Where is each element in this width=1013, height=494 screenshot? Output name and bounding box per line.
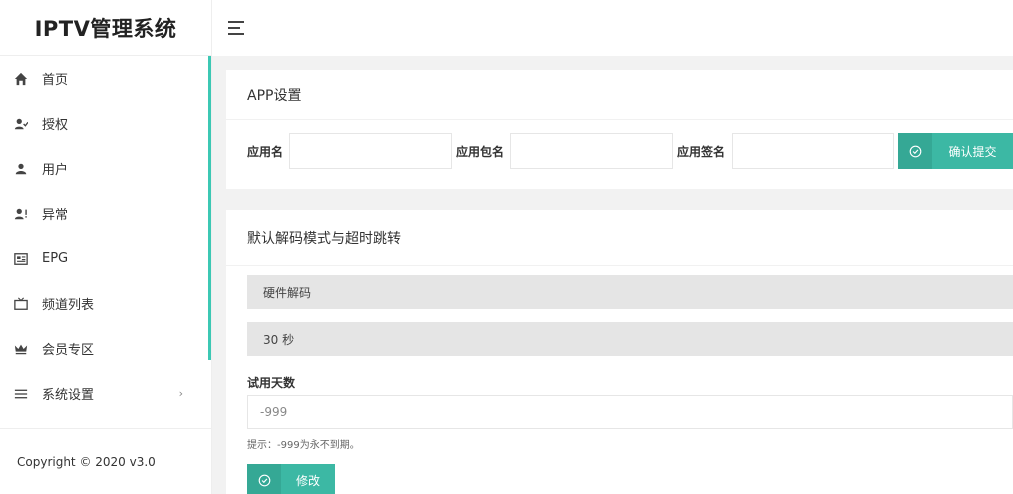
app-settings-form: 应用名 应用包名 应用签名 确认提交 <box>226 133 1013 169</box>
app-settings-title: APP设置 <box>226 70 1013 120</box>
tv-icon <box>14 296 28 311</box>
sidebar: IPTV管理系统 首页 授权 用户 异常 EPG 频道列表 会员专区 系统设置 … <box>0 0 212 494</box>
app-settings-card: APP设置 应用名 应用包名 应用签名 确认提交 <box>226 70 1013 189</box>
active-indicator <box>208 56 211 360</box>
topbar <box>212 0 1013 56</box>
sidebar-item-label: 频道列表 <box>42 298 95 313</box>
sidebar-item-channels[interactable]: 频道列表 <box>0 281 211 326</box>
sidebar-nav: 首页 授权 用户 异常 EPG 频道列表 会员专区 系统设置 › <box>0 56 211 416</box>
trial-days-input[interactable] <box>247 395 1013 429</box>
sidebar-item-authorize[interactable]: 授权 <box>0 101 211 146</box>
package-name-label: 应用包名 <box>456 145 505 159</box>
decode-mode-select[interactable]: 硬件解码 <box>247 275 1013 309</box>
user-check-icon <box>14 117 28 131</box>
sidebar-item-home[interactable]: 首页 <box>0 56 211 101</box>
menu-toggle-icon[interactable] <box>228 21 246 35</box>
sidebar-item-abnormal[interactable]: 异常 <box>0 191 211 236</box>
user-icon <box>14 162 28 176</box>
sidebar-item-label: 异常 <box>42 208 69 223</box>
epg-icon <box>14 252 28 266</box>
sidebar-item-users[interactable]: 用户 <box>0 146 211 191</box>
check-circle-icon <box>247 464 281 494</box>
copyright-text: Copyright © 2020 v3.0 <box>17 455 156 469</box>
decode-settings-title: 默认解码模式与超时跳转 <box>226 210 1013 266</box>
trial-days-label: 试用天数 <box>247 376 296 390</box>
sidebar-item-epg[interactable]: EPG <box>0 236 211 281</box>
signature-input[interactable] <box>732 133 894 169</box>
crown-icon <box>14 342 28 356</box>
chevron-right-icon: › <box>178 387 183 400</box>
sidebar-item-vip[interactable]: 会员专区 <box>0 326 211 371</box>
package-name-input[interactable] <box>510 133 673 169</box>
submit-button[interactable]: 确认提交 <box>898 133 1013 169</box>
app-logo-title: IPTV管理系统 <box>0 0 211 56</box>
sidebar-item-label: 会员专区 <box>42 343 95 358</box>
sidebar-item-label: 首页 <box>42 73 69 88</box>
sidebar-item-label: EPG <box>42 251 69 266</box>
submit-button-label: 确认提交 <box>948 144 997 159</box>
menu-lines-icon <box>14 387 28 401</box>
home-icon <box>14 72 28 86</box>
sidebar-item-label: 授权 <box>42 118 69 133</box>
user-alert-icon <box>14 207 28 221</box>
timeout-select[interactable]: 30 秒 <box>247 322 1013 356</box>
modify-button[interactable]: 修改 <box>247 464 335 494</box>
check-circle-icon <box>898 133 932 169</box>
sidebar-item-label: 系统设置 <box>42 388 95 403</box>
signature-label: 应用签名 <box>677 145 726 159</box>
app-name-input[interactable] <box>289 133 452 169</box>
sidebar-divider <box>0 428 212 429</box>
sidebar-item-system-settings[interactable]: 系统设置 › <box>0 371 211 416</box>
sidebar-item-label: 用户 <box>42 163 69 178</box>
decode-settings-card: 默认解码模式与超时跳转 硬件解码 30 秒 试用天数 提示：-999为永不到期。… <box>226 210 1013 494</box>
trial-hint: 提示：-999为永不到期。 <box>247 440 360 451</box>
app-name-label: 应用名 <box>247 145 284 159</box>
modify-button-label: 修改 <box>295 473 320 488</box>
